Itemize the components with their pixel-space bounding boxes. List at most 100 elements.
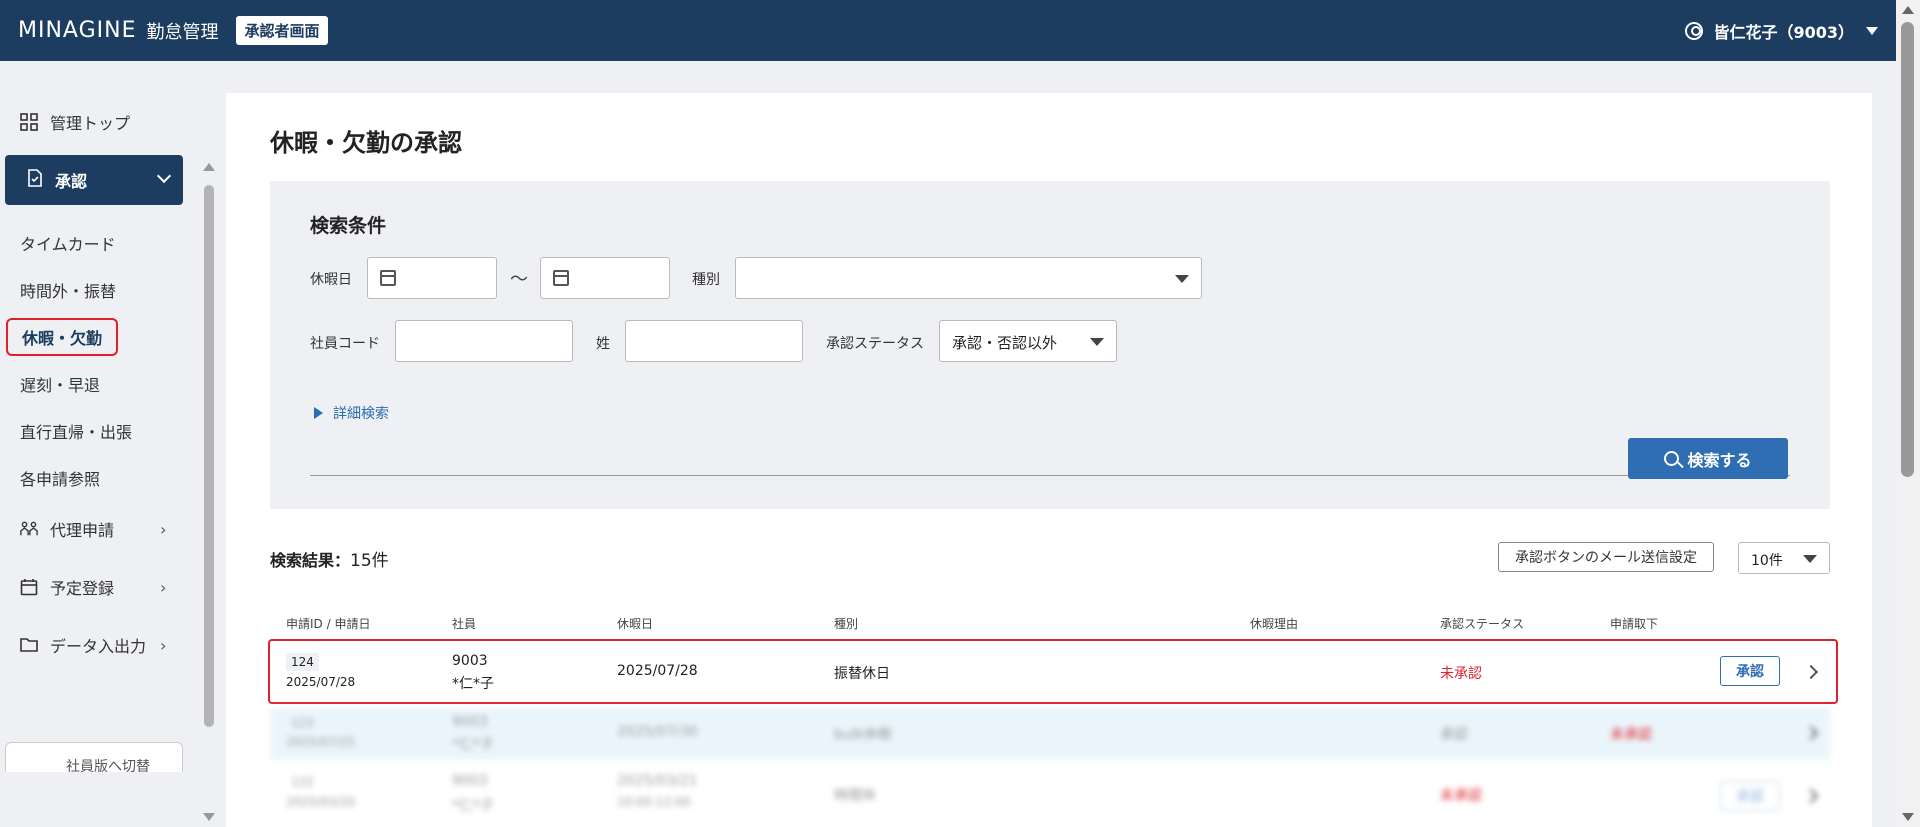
holiday-date-from-input[interactable] [367, 257, 497, 299]
sidebar-subitem-leave[interactable]: 休暇・欠勤 [6, 318, 119, 356]
employee-code: 9003 [452, 714, 488, 730]
search-divider [310, 475, 1790, 476]
scroll-down-icon[interactable] [1902, 813, 1914, 821]
employee-code: 9003 [452, 653, 488, 669]
leave-type: 時間休 [834, 788, 876, 804]
table-row[interactable]: 122 2025/03/20 9003 *仁*子 2025/03/21 10:0… [270, 767, 1830, 827]
request-id: 123 [291, 716, 314, 730]
employee-code-label: 社員コード [310, 336, 380, 352]
sidebar-subitem-late[interactable]: 遅刻・早退 [20, 372, 100, 396]
grid-icon [20, 113, 38, 131]
holiday-date: 2025/03/21 [617, 773, 698, 789]
column-header-employee: 社員 [452, 617, 477, 631]
sidebar-item-label: 管理トップ [50, 114, 131, 133]
document-check-icon [27, 169, 43, 191]
request-date: 2025/07/25 [286, 735, 356, 749]
request-id: 122 [291, 775, 314, 789]
chevron-down-icon [156, 168, 172, 184]
surname-input[interactable] [625, 320, 803, 362]
sidebar-item-label: 承認 [55, 172, 88, 191]
column-header-reason: 休暇理由 [1250, 617, 1299, 631]
triangle-right-icon [314, 407, 323, 419]
people-icon [20, 520, 38, 538]
column-header-type: 種別 [834, 617, 859, 631]
detail-search-label: 詳細検索 [333, 406, 389, 422]
result-count-value: 15件 [350, 551, 389, 571]
chevron-right-icon[interactable] [1803, 788, 1819, 804]
page-title: 休暇・欠勤の承認 [270, 129, 462, 157]
result-count: 検索結果：15件 [270, 546, 389, 571]
sidebar-item-data-io[interactable]: データ入出力 › [20, 633, 166, 657]
switch-to-employee-button[interactable]: 社員版へ切替 [5, 742, 183, 772]
request-id: 124 [286, 653, 319, 671]
sidebar-subitem-direct[interactable]: 直行直帰・出張 [20, 419, 132, 443]
sidebar-item-proxy[interactable]: 代理申請 › [20, 517, 166, 541]
sidebar-scrollbar[interactable] [202, 163, 216, 821]
holiday-time: 10:00-12:00 [617, 795, 691, 809]
withdraw-status: 未承認 [1610, 727, 1652, 743]
user-icon [1685, 21, 1704, 40]
search-button[interactable]: 検索する [1628, 438, 1788, 479]
approval-status-label: 承認ステータス [826, 336, 924, 352]
sidebar-item-label: 代理申請 [50, 521, 115, 540]
mail-settings-button[interactable]: 承認ボタンのメール送信設定 [1498, 542, 1714, 572]
sidebar: 管理トップ 承認 タイムカード 時間外・振替 休暇・欠勤 遅刻・早退 直行直帰・… [0, 61, 220, 821]
sidebar-subitem-overtime[interactable]: 時間外・振替 [20, 278, 116, 302]
table-row[interactable]: 123 2025/07/25 9003 *仁*子 2025/07/30 bulk… [270, 708, 1830, 760]
user-menu[interactable]: 皆仁花子（9003） [1685, 0, 1878, 61]
chevron-down-icon [1803, 555, 1817, 563]
employee-name: *仁*子 [452, 676, 494, 692]
holiday-date: 2025/07/28 [617, 663, 698, 679]
calendar-icon [380, 270, 396, 286]
calendar-icon [553, 270, 569, 286]
approve-button[interactable]: 承認 [1720, 656, 1780, 686]
chevron-right-icon: › [160, 519, 167, 539]
holiday-date-to-input[interactable] [540, 257, 670, 299]
employee-code-input[interactable] [395, 320, 573, 362]
surname-label: 姓 [596, 336, 610, 352]
employee-name: *仁*子 [452, 798, 494, 814]
sidebar-subitem-reference[interactable]: 各申請参照 [20, 466, 100, 490]
scroll-up-icon[interactable] [203, 163, 215, 171]
type-select[interactable] [735, 257, 1202, 299]
app-header: MINAGINE 勤怠管理 承認者画面 皆仁花子（9003） [0, 0, 1896, 61]
date-range-separator: ～ [510, 269, 528, 290]
approval-status: 未承認 [1440, 666, 1482, 682]
scroll-up-icon[interactable] [1902, 6, 1914, 14]
chevron-right-icon[interactable] [1803, 664, 1819, 680]
employee-name: *仁*子 [452, 737, 494, 753]
type-label: 種別 [692, 272, 720, 288]
search-panel: 検索条件 休暇日 ～ 種別 社員コード 姓 承認ステータス 承認・否認以外 詳細… [270, 181, 1830, 509]
sidebar-item-admin-top[interactable]: 管理トップ [20, 110, 130, 134]
employee-code: 9003 [452, 773, 488, 789]
sidebar-item-schedule[interactable]: 予定登録 › [20, 575, 166, 599]
chevron-down-icon [1090, 338, 1104, 346]
sidebar-scroll-thumb[interactable] [204, 185, 214, 727]
approval-status-select[interactable]: 承認・否認以外 [939, 320, 1117, 362]
approval-status-value: 承認・否認以外 [952, 334, 1058, 352]
app-logo: MINAGINE [18, 18, 137, 43]
search-button-label: 検索する [1687, 450, 1752, 470]
approve-button[interactable]: 承認 [1720, 781, 1780, 811]
table-row[interactable]: 124 2025/07/28 9003 *仁*子 2025/07/28 振替休日… [268, 639, 1838, 704]
page-scrollbar[interactable] [1896, 0, 1920, 827]
request-date: 2025/07/28 [286, 675, 356, 689]
approver-mode-badge[interactable]: 承認者画面 [236, 16, 328, 45]
sidebar-item-label: 予定登録 [50, 579, 115, 598]
per-page-select[interactable]: 10件 [1738, 542, 1830, 574]
chevron-right-icon: › [160, 577, 167, 597]
chevron-right-icon: › [160, 635, 167, 655]
request-date: 2025/03/20 [286, 795, 356, 809]
sidebar-subitem-timecard[interactable]: タイムカード [20, 231, 116, 255]
leave-type: bulk休暇 [834, 727, 892, 743]
chevron-right-icon[interactable] [1803, 725, 1819, 741]
page-scroll-thumb[interactable] [1901, 22, 1914, 477]
chevron-down-icon [1175, 275, 1189, 283]
scroll-down-icon[interactable] [203, 813, 215, 821]
detail-search-link[interactable]: 詳細検索 [314, 403, 389, 423]
chevron-down-icon [1866, 26, 1878, 35]
approval-status: 未承認 [1440, 788, 1482, 804]
sidebar-item-approve[interactable]: 承認 [5, 155, 183, 205]
result-label: 検索結果： [270, 551, 351, 570]
per-page-value: 10件 [1751, 553, 1783, 569]
